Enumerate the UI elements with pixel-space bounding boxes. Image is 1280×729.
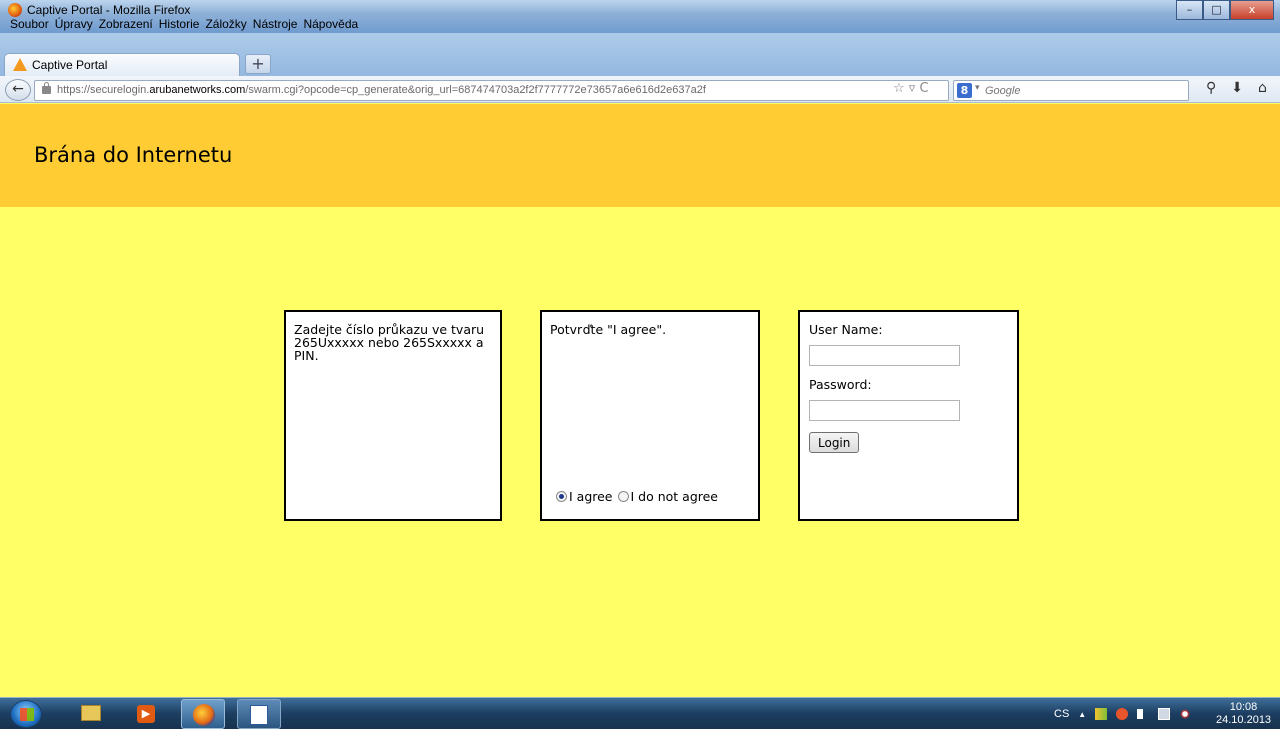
tab-bar: Captive Portal xyxy=(0,33,1280,76)
url-bar[interactable]: https://securelogin.arubanetworks.com/sw… xyxy=(34,80,949,101)
search-engine-dropdown-icon[interactable]: ▾ xyxy=(975,83,980,93)
taskbar-clock[interactable]: 10:08 24.10.2013 xyxy=(1216,701,1271,727)
url-tools[interactable]: ☆ ▿ C xyxy=(893,81,929,96)
menu-zalozky[interactable]: Záložky xyxy=(205,17,246,33)
aruba-favicon-icon xyxy=(13,58,27,71)
username-input[interactable] xyxy=(809,345,960,367)
tab-captive-portal[interactable]: Captive Portal xyxy=(4,53,240,76)
language-indicator[interactable]: CS xyxy=(1054,708,1069,720)
menu-nastroje[interactable]: Nástroje xyxy=(253,17,298,33)
url-prefix: https://securelogin. xyxy=(57,84,150,96)
toolbar-icons: ⚲ ⬇ ⌂ xyxy=(1206,80,1267,96)
firefox-icon xyxy=(193,704,215,726)
instructions-text: Zadejte číslo průkazu ve tvaru 265Uxxxxx… xyxy=(294,322,485,364)
username-label: User Name: xyxy=(809,322,883,337)
new-tab-button[interactable]: + xyxy=(245,54,271,74)
window-titlebar: Captive Portal - Mozilla Firefox Soubor … xyxy=(0,0,1280,33)
media-player-icon: ▶ xyxy=(137,705,155,723)
download-icon[interactable]: ⬇ xyxy=(1231,80,1243,96)
tab-label: Captive Portal xyxy=(32,58,108,72)
search-input[interactable] xyxy=(985,82,1185,99)
device-icon[interactable] xyxy=(1158,708,1171,720)
lock-icon xyxy=(42,82,51,94)
url-path: /swarm.cgi?opcode=cp_generate&orig_url=6… xyxy=(245,84,706,96)
home-icon[interactable]: ⌂ xyxy=(1258,80,1267,96)
system-tray: CS ▲ xyxy=(1054,708,1192,720)
show-hidden-icons-icon[interactable]: ▲ xyxy=(1078,710,1086,719)
menu-zobrazeni[interactable]: Zobrazení xyxy=(99,17,153,33)
minimize-button[interactable]: – xyxy=(1176,0,1203,20)
page-title: Brána do Internetu xyxy=(34,143,233,167)
action-center-flag-icon[interactable] xyxy=(1137,709,1150,719)
clock-date: 24.10.2013 xyxy=(1216,714,1272,726)
start-button[interactable] xyxy=(10,700,42,728)
maximize-button[interactable]: □ xyxy=(1203,0,1230,20)
password-label: Password: xyxy=(809,377,872,393)
close-button[interactable]: x xyxy=(1230,0,1274,20)
volume-icon[interactable] xyxy=(1179,708,1192,720)
menu-bar: Soubor Úpravy Zobrazení Historie Záložky… xyxy=(0,17,358,33)
clock-time: 10:08 xyxy=(1229,701,1258,713)
terms-box: Potvrďte "I agree". I agree I do not agr… xyxy=(540,310,760,521)
taskbar-document-app[interactable] xyxy=(237,699,281,729)
firefox-icon xyxy=(8,3,22,17)
taskbar-media-player[interactable]: ▶ xyxy=(124,699,168,729)
network-signal-icon[interactable] xyxy=(1095,708,1108,720)
taskbar-firefox[interactable] xyxy=(181,699,225,729)
url-host: arubanetworks.com xyxy=(149,84,246,96)
agree-radio[interactable] xyxy=(556,491,567,503)
search-icon[interactable]: ⚲ xyxy=(1206,80,1216,96)
google-icon[interactable]: 8 xyxy=(957,83,972,98)
search-bar[interactable]: 8 ▾ xyxy=(953,80,1189,101)
terms-prompt: Potvrďte "I agree". xyxy=(550,322,667,337)
antivirus-icon[interactable] xyxy=(1116,708,1129,720)
folder-icon xyxy=(81,705,101,721)
page-header: Brána do Internetu xyxy=(0,104,1280,207)
menu-historie[interactable]: Historie xyxy=(159,17,200,33)
windows-logo-icon xyxy=(20,708,34,721)
disagree-label[interactable]: I do not agree xyxy=(631,490,719,503)
terms-radio-group: I agree I do not agree xyxy=(556,490,718,503)
window-controls: – □ x xyxy=(1176,0,1274,20)
disagree-radio[interactable] xyxy=(617,491,629,503)
menu-upravy[interactable]: Úpravy xyxy=(55,17,93,33)
window-title: Captive Portal - Mozilla Firefox xyxy=(27,3,191,17)
menu-soubor[interactable]: Soubor xyxy=(10,17,49,33)
login-button[interactable]: Login xyxy=(809,432,860,454)
taskbar-file-explorer[interactable] xyxy=(68,699,112,729)
menu-napoveda[interactable]: Nápověda xyxy=(303,17,358,33)
instructions-box: Zadejte číslo průkazu ve tvaru 265Uxxxxx… xyxy=(284,310,502,521)
login-box: User Name: Password: Login xyxy=(798,310,1019,521)
agree-label[interactable]: I agree xyxy=(569,490,613,503)
back-button[interactable]: ← xyxy=(5,79,31,101)
document-icon xyxy=(250,705,268,725)
password-input[interactable] xyxy=(809,400,960,422)
